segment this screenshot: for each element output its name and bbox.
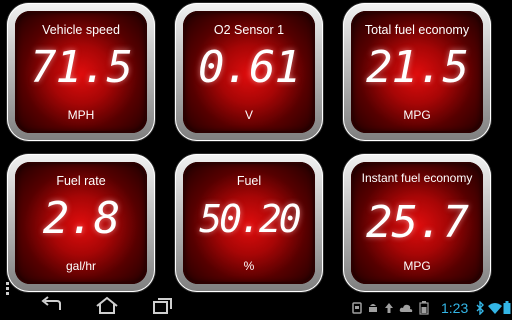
- gauge-unit: MPG: [403, 259, 431, 273]
- gauge-title: Instant fuel economy: [361, 171, 473, 185]
- clock: 1:23: [441, 300, 469, 316]
- back-button[interactable]: [38, 295, 64, 317]
- gauge-o2-sensor-1[interactable]: O2 Sensor 1 0.61 V: [175, 3, 323, 141]
- gauge-title: Vehicle speed: [42, 23, 120, 37]
- gauge-value: 0.61: [198, 42, 301, 93]
- recent-apps-button[interactable]: [150, 295, 176, 317]
- cloud-icon: [399, 301, 413, 320]
- gauge-total-fuel-economy[interactable]: Total fuel economy 21.5 MPG: [343, 3, 491, 141]
- back-icon: [41, 296, 61, 310]
- android-icon: [367, 301, 379, 320]
- upload-icon: [383, 301, 395, 320]
- gauge-value: 50.20: [199, 197, 301, 241]
- gauge-unit: %: [243, 259, 255, 273]
- gauge-face: Vehicle speed 71.5 MPH: [15, 11, 147, 133]
- gauge-vehicle-speed[interactable]: Vehicle speed 71.5 MPH: [7, 3, 155, 141]
- gauge-value: 2.8: [42, 193, 120, 244]
- gauge-title: Total fuel economy: [364, 23, 470, 37]
- home-icon: [96, 296, 118, 314]
- bluetooth-icon: [475, 300, 485, 320]
- gauge-face: Fuel 50.20 %: [183, 162, 315, 284]
- wifi-icon: [487, 301, 503, 320]
- gauge-title: O2 Sensor 1: [213, 23, 285, 37]
- gauge-unit: MPG: [403, 108, 431, 122]
- gauge-unit: gal/hr: [65, 259, 97, 273]
- navigation-bar: [0, 292, 512, 320]
- gauge-value: 21.5: [366, 42, 469, 93]
- gauge-value: 71.5: [30, 42, 133, 93]
- gauge-fuel-rate[interactable]: Fuel rate 2.8 gal/hr: [7, 154, 155, 292]
- gauge-face: O2 Sensor 1 0.61 V: [183, 11, 315, 133]
- gauge-face: Instant fuel economy 25.7 MPG: [351, 162, 483, 284]
- gauge-title: Fuel rate: [56, 174, 106, 188]
- home-button[interactable]: [93, 295, 121, 317]
- gauge-unit: V: [244, 108, 253, 122]
- obd-icon: [351, 301, 363, 320]
- recent-apps-icon: [153, 298, 172, 314]
- battery-icon: [419, 301, 429, 320]
- battery-level-icon: [503, 301, 511, 320]
- gauge-face: Fuel rate 2.8 gal/hr: [15, 162, 147, 284]
- gauge-unit: MPH: [67, 108, 95, 122]
- gauge-value: 25.7: [366, 197, 469, 248]
- gauge-fuel[interactable]: Fuel 50.20 %: [175, 154, 323, 292]
- gauge-instant-fuel-economy[interactable]: Instant fuel economy 25.7 MPG: [343, 154, 491, 292]
- gauge-title: Fuel: [236, 174, 262, 188]
- gauge-face: Total fuel economy 21.5 MPG: [351, 11, 483, 133]
